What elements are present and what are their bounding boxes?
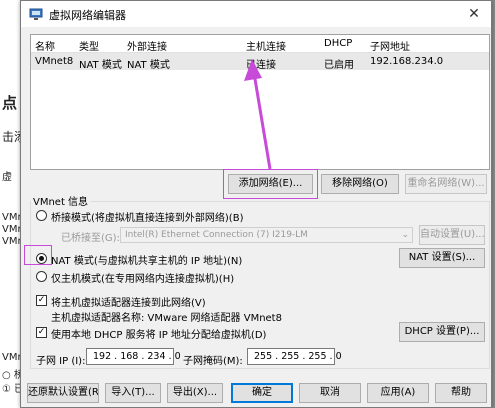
nat-radio-highlight [24, 245, 52, 265]
bridged-to-value: Intel(R) Ethernet Connection (7) I219-LM [125, 230, 308, 240]
remove-network-button[interactable]: 移除网络(O) [321, 174, 399, 194]
restore-defaults-button[interactable]: 还原默认设置(R) [27, 383, 99, 403]
subnet-ip-label: 子网 IP (I): [36, 356, 86, 367]
subnet-ip-input[interactable]: 192 . 168 . 234 . 0 [86, 348, 181, 365]
bg-text: 虚 [2, 172, 12, 183]
background-window: 点 击添 虚 VMne VMne VMne VMnet ○ 桥 ① 已 [0, 0, 34, 408]
hostonly-radio[interactable] [36, 271, 47, 282]
cancel-button[interactable]: 取消 [299, 383, 361, 403]
rename-network-button[interactable]: 重命名网络(W)... [405, 174, 487, 194]
help-button[interactable]: 帮助 [435, 383, 487, 403]
virtual-network-editor-dialog: 虚拟网络编辑器 ✕ 名称 类型 外部连接 主机连接 DHCP 子网地址 VMne… [20, 0, 492, 408]
chevron-down-icon: ⌄ [401, 230, 409, 240]
hostonly-label[interactable]: 仅主机模式(在专用网络内连接虚拟机)(H) [51, 270, 234, 285]
bridged-to-select[interactable]: Intel(R) Ethernet Connection (7) I219-LM… [120, 227, 413, 243]
export-button[interactable]: 导出(X)... [167, 383, 223, 403]
ok-button[interactable]: 确定 [231, 383, 293, 403]
dhcp-settings-button[interactable]: DHCP 设置(P)... [399, 322, 485, 342]
bridged-radio[interactable] [36, 210, 47, 221]
subnet-mask-input[interactable]: 255 . 255 . 255 . 0 [247, 348, 342, 365]
bridged-to-label: 已桥接至(G): [61, 233, 120, 244]
dhcp-checkbox[interactable]: ✓ [36, 327, 47, 338]
import-button[interactable]: 导入(T)... [105, 383, 161, 403]
vmnet-info-label: VMnet 信息 [31, 193, 91, 208]
bg-text: 点 [2, 94, 18, 112]
bridged-label[interactable]: 桥接模式(将虚拟机直接连接到外部网络)(B) [51, 209, 243, 224]
adapter-name-text: 主机虚拟适配器名称: VMware 网络适配器 VMnet8 [51, 313, 282, 324]
connect-adapter-checkbox[interactable]: ✓ [36, 295, 47, 306]
dhcp-label[interactable]: 使用本地 DHCP 服务将 IP 地址分配给虚拟机(D) [51, 326, 266, 341]
connect-adapter-label[interactable]: 将主机虚拟适配器连接到此网络(V) [51, 294, 206, 309]
nat-settings-button[interactable]: NAT 设置(S)... [399, 248, 485, 268]
nat-label[interactable]: NAT 模式(与虚拟机共享主机的 IP 地址)(N) [51, 252, 242, 267]
apply-button[interactable]: 应用(A) [367, 383, 429, 403]
subnet-mask-label: 子网掩码(M): [183, 356, 243, 367]
add-network-highlight [223, 169, 318, 199]
auto-settings-button[interactable]: 自动设置(U)... [419, 225, 485, 245]
